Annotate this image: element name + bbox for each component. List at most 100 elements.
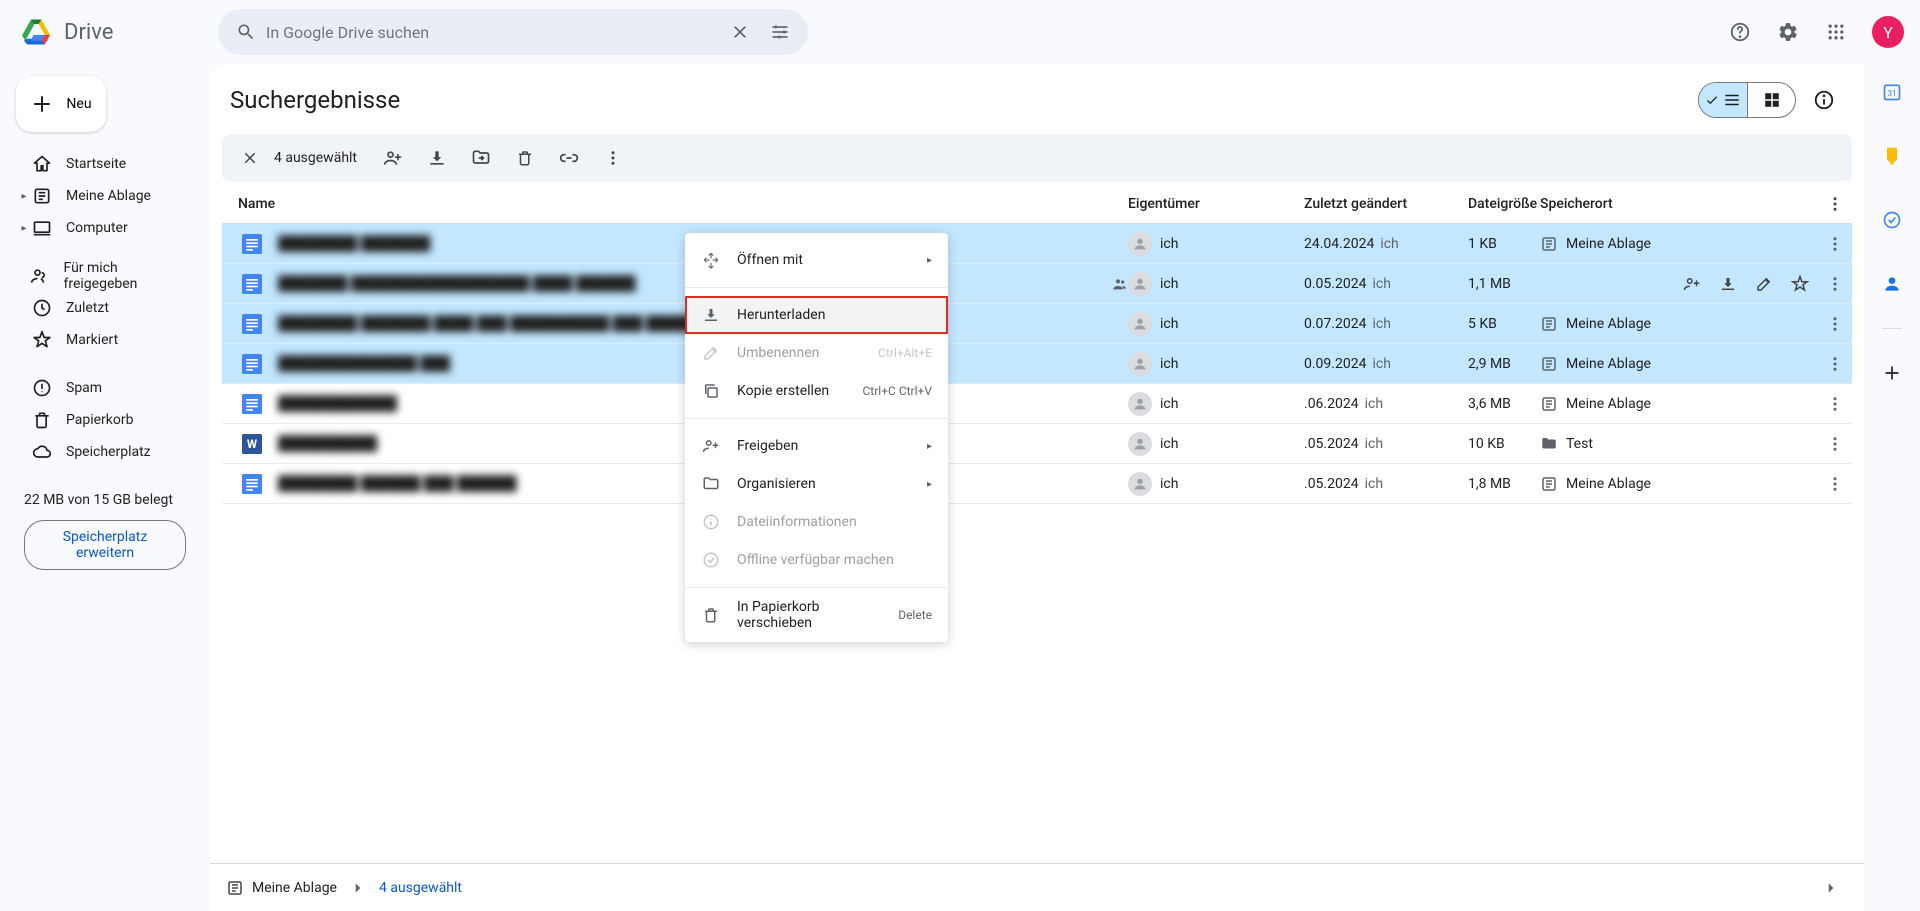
col-size[interactable]: Dateigröße	[1468, 196, 1540, 212]
col-location[interactable]: Speicherort	[1540, 196, 1780, 212]
row-more-icon[interactable]	[1826, 235, 1844, 253]
sidebar-item-meine-ablage[interactable]: ▸Meine Ablage	[12, 180, 198, 212]
sidebar-item-speicherplatz[interactable]: Speicherplatz	[12, 436, 198, 468]
menu-item-open[interactable]: Öffnen mit▸	[685, 241, 948, 279]
row-more-icon[interactable]	[1826, 275, 1844, 293]
sidebar-item-zuletzt[interactable]: Zuletzt	[12, 292, 198, 324]
menu-item-info: Dateiinformationen	[685, 503, 948, 541]
location-cell[interactable]: Meine Ablage	[1540, 315, 1780, 333]
row-hover-actions	[1676, 268, 1816, 300]
star-icon	[30, 330, 54, 350]
list-view-button[interactable]	[1699, 83, 1747, 117]
sidebar-item-papierkorb[interactable]: Papierkorb	[12, 404, 198, 436]
keep-icon[interactable]	[1872, 136, 1912, 176]
row-more-icon[interactable]	[1826, 355, 1844, 373]
menu-item-download[interactable]: Herunterladen	[685, 296, 948, 334]
sidebar-item-computer[interactable]: ▸Computer	[12, 212, 198, 244]
expand-storage-button[interactable]: Speicherplatz erweitern	[24, 520, 186, 570]
gdoc-file-icon	[242, 234, 262, 254]
search-bar	[218, 9, 808, 55]
chevron-right-icon	[349, 879, 367, 897]
col-modified[interactable]: Zuletzt geändert	[1304, 196, 1468, 212]
col-name[interactable]: Name	[222, 196, 1128, 212]
breadcrumb-bar: Meine Ablage 4 ausgewählt	[210, 863, 1864, 911]
owner-cell: ich	[1128, 352, 1304, 376]
share-icon[interactable]	[373, 138, 413, 178]
product-name: Drive	[64, 20, 113, 45]
table-row[interactable]: ███████ ██████████████████ ████ ██████ic…	[222, 264, 1852, 304]
menu-item-copy[interactable]: Kopie erstellenCtrl+C Ctrl+V	[685, 372, 948, 410]
owner-avatar-icon	[1128, 272, 1152, 296]
breadcrumb-location[interactable]: Meine Ablage	[226, 879, 337, 897]
menu-item-share[interactable]: Freigeben▸	[685, 427, 948, 465]
table-row[interactable]: ████████ ███████ich24.04.2024ich1 KBMein…	[222, 224, 1852, 264]
link-icon[interactable]	[549, 138, 589, 178]
add-addon-icon[interactable]	[1872, 353, 1912, 393]
owner-cell: ich	[1128, 312, 1304, 336]
owner-avatar-icon	[1128, 352, 1152, 376]
size-cell: 1,1 MB	[1468, 276, 1540, 292]
sidebar-item-startseite[interactable]: Startseite	[12, 148, 198, 180]
svg-text:31: 31	[1887, 89, 1896, 99]
move-icon[interactable]	[461, 138, 501, 178]
search-icon[interactable]	[226, 12, 266, 52]
star-icon[interactable]	[1784, 268, 1816, 300]
col-owner[interactable]: Eigentümer	[1128, 196, 1304, 212]
menu-item-rename: UmbenennenCtrl+Alt+E	[685, 334, 948, 372]
owner-avatar-icon	[1128, 312, 1152, 336]
location-cell[interactable]: Meine Ablage	[1540, 355, 1780, 373]
selection-count: 4 ausgewählt	[274, 150, 357, 166]
logo-area[interactable]: Drive	[16, 12, 204, 52]
clear-selection-icon[interactable]	[230, 138, 270, 178]
sidebar-item-markiert[interactable]: Markiert	[12, 324, 198, 356]
location-cell[interactable]: Test	[1540, 435, 1780, 453]
row-more-icon[interactable]	[1826, 395, 1844, 413]
table-row[interactable]: ██████████████ ███ich0.09.2024ich2,9 MBM…	[222, 344, 1852, 384]
menu-item-trash[interactable]: In Papierkorb verschiebenDelete	[685, 596, 948, 634]
col-actions[interactable]	[1780, 195, 1852, 213]
view-toggle	[1698, 82, 1796, 118]
calendar-icon[interactable]: 31	[1872, 72, 1912, 112]
rename-icon[interactable]	[1748, 268, 1780, 300]
location-cell[interactable]: Meine Ablage	[1540, 395, 1780, 413]
settings-icon[interactable]	[1768, 12, 1808, 52]
download-icon[interactable]	[1712, 268, 1744, 300]
delete-icon[interactable]	[505, 138, 545, 178]
tasks-icon[interactable]	[1872, 200, 1912, 240]
svg-text:W: W	[247, 437, 258, 451]
table-row[interactable]: ████████ ███████ ████ ███ ██████████ ███…	[222, 304, 1852, 344]
help-icon[interactable]	[1720, 12, 1760, 52]
row-more-icon[interactable]	[1826, 475, 1844, 493]
new-button[interactable]: Neu	[16, 76, 106, 132]
details-icon[interactable]	[1804, 80, 1844, 120]
table-header: Name Eigentümer Zuletzt geändert Dateigr…	[222, 184, 1852, 224]
table-row[interactable]: ████████ ██████ ███ ██████ich.05.2024ich…	[222, 464, 1852, 504]
search-input[interactable]	[266, 23, 720, 42]
apps-icon[interactable]	[1816, 12, 1856, 52]
account-avatar[interactable]: Y	[1872, 16, 1904, 48]
owner-cell: ich	[1128, 392, 1304, 416]
sidebar-item-spam[interactable]: Spam	[12, 372, 198, 404]
table-row[interactable]: ████████████ich.06.2024ich3,6 MBMeine Ab…	[222, 384, 1852, 424]
open-icon	[701, 251, 721, 269]
download-icon[interactable]	[417, 138, 457, 178]
breadcrumb-expand-icon[interactable]	[1814, 871, 1848, 905]
computer-icon	[30, 218, 54, 238]
share-icon[interactable]	[1676, 268, 1708, 300]
grid-view-button[interactable]	[1747, 83, 1795, 117]
menu-item-offline: Offline verfügbar machen	[685, 541, 948, 579]
drive-icon	[30, 186, 54, 206]
location-cell[interactable]: Meine Ablage	[1540, 475, 1780, 493]
contacts-icon[interactable]	[1872, 264, 1912, 304]
rename-icon	[701, 344, 721, 362]
menu-item-folder[interactable]: Organisieren▸	[685, 465, 948, 503]
table-row[interactable]: W██████████ich.05.2024ich10 KBTest	[222, 424, 1852, 464]
sidebar-item-für-mich-freigegeben[interactable]: Für mich freigegeben	[12, 260, 198, 292]
search-options-icon[interactable]	[760, 12, 800, 52]
location-cell[interactable]: Meine Ablage	[1540, 235, 1780, 253]
row-more-icon[interactable]	[1826, 315, 1844, 333]
row-more-icon[interactable]	[1826, 435, 1844, 453]
clear-search-icon[interactable]	[720, 12, 760, 52]
more-actions-icon[interactable]	[593, 138, 633, 178]
modified-cell: 0.09.2024ich	[1304, 356, 1468, 372]
